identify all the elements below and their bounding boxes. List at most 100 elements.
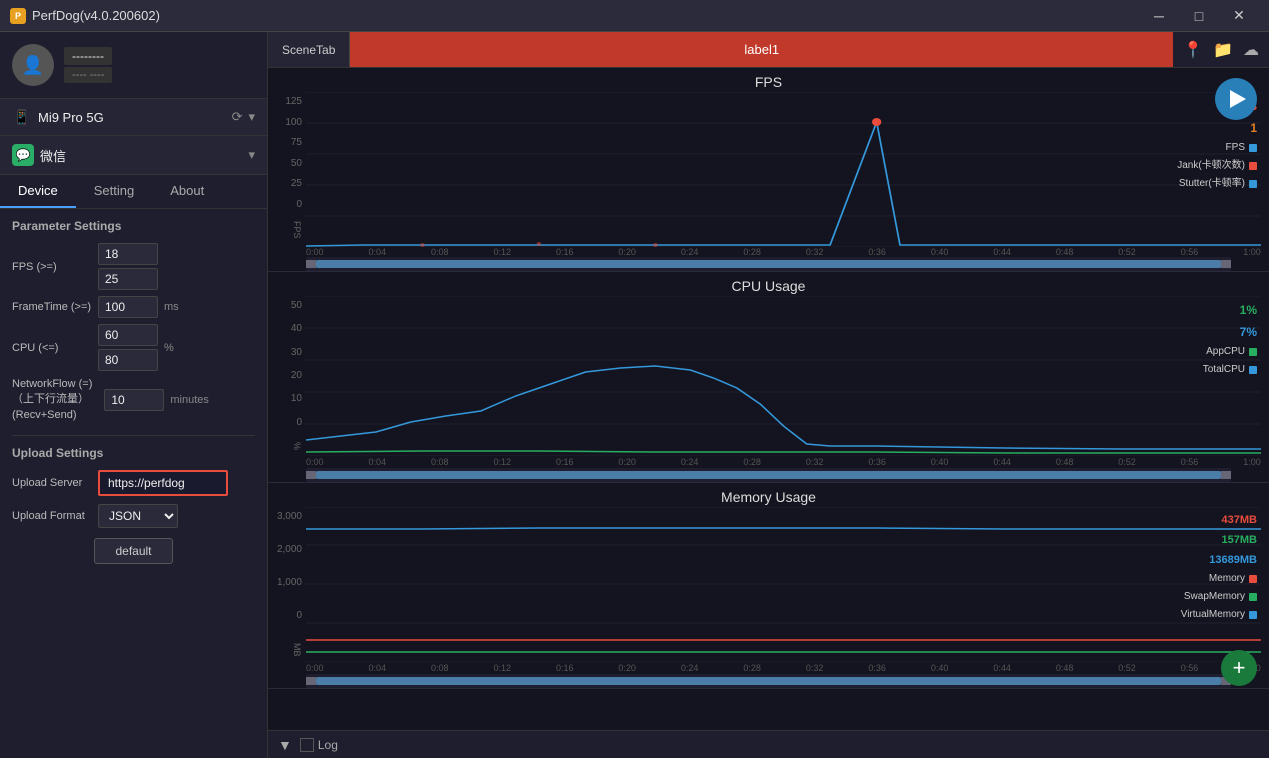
device-row[interactable]: 📱 Mi9 Pro 5G ⟳ ▾ xyxy=(0,99,267,136)
maximize-button[interactable]: □ xyxy=(1179,0,1219,32)
title-bar-controls: ─ □ ✕ xyxy=(1139,0,1259,32)
fps-y-label: FPS xyxy=(292,221,302,239)
fps-y-0: 0 xyxy=(296,199,302,210)
fps-y-50: 50 xyxy=(291,158,302,169)
cpu-y-0: 0 xyxy=(296,417,302,428)
fps-input-2[interactable] xyxy=(98,268,158,290)
cpu-scrollbar-right-handle[interactable] xyxy=(1221,471,1231,479)
fps-legend-stutter: Stutter(卡顿率) xyxy=(1177,175,1257,193)
app-label: 微信 xyxy=(40,146,242,165)
cpu-scrollbar-thumb[interactable] xyxy=(316,471,1221,479)
play-button[interactable] xyxy=(1215,78,1257,120)
fps-x-labels: 0:00 0:04 0:08 0:12 0:16 0:20 0:24 0:28 … xyxy=(306,247,1261,257)
top-bar-icons: 📍 📁 ☁ xyxy=(1173,32,1269,67)
log-label: Log xyxy=(318,738,338,752)
log-checkbox-box[interactable] xyxy=(300,738,314,752)
upload-format-label: Upload Format xyxy=(12,510,92,522)
sidebar: 👤 -------- ---- ---- 📱 Mi9 Pro 5G ⟳ ▾ 💬 … xyxy=(0,32,268,758)
tab-device[interactable]: Device xyxy=(0,175,76,208)
memory-legend-virtual-dot xyxy=(1249,611,1257,619)
app-dropdown-icon[interactable]: ▾ xyxy=(248,147,255,163)
upload-format-row: Upload Format JSON CSV xyxy=(12,504,255,528)
memory-scrollbar-thumb[interactable] xyxy=(316,677,1221,685)
cpu-legend-totalcpu: TotalCPU xyxy=(1203,361,1257,379)
memory-legend-memory-label: Memory xyxy=(1209,570,1245,588)
cpu-y-axis: 50 40 30 20 10 0 % xyxy=(268,296,306,468)
bottom-bar: ▼ Log xyxy=(268,730,1269,758)
folder-icon[interactable]: 📁 xyxy=(1213,40,1233,60)
play-icon xyxy=(1230,90,1246,108)
cpu-input-1[interactable] xyxy=(98,324,158,346)
cpu-chart-title: CPU Usage xyxy=(268,272,1269,296)
memory-scrollbar-track xyxy=(306,677,1231,685)
param-settings-title: Parameter Settings xyxy=(12,219,255,233)
cpu-y-50: 50 xyxy=(291,300,302,311)
app-icon-wechat: 💬 xyxy=(12,144,34,166)
fps-inputs xyxy=(98,243,158,290)
memory-chart-inner: 3,000 2,000 1,000 0 MB xyxy=(268,507,1269,674)
cpu-chart-block: CPU Usage 50 40 30 20 10 0 % xyxy=(268,272,1269,483)
memory-y-label: MB xyxy=(292,643,302,657)
memory-x-labels: 0:00 0:04 0:08 0:12 0:16 0:20 0:24 0:28 … xyxy=(306,662,1261,674)
cpu-y-10: 10 xyxy=(291,393,302,404)
memory-legend: 437MB 157MB 13689MB Memory SwapMemory V xyxy=(1181,511,1257,624)
cloud-icon[interactable]: ☁ xyxy=(1243,40,1259,60)
fps-legend-fps-label: FPS xyxy=(1226,139,1245,157)
memory-legend-val2: 157MB xyxy=(1181,531,1257,551)
cpu-chart-area: 0:00 0:04 0:08 0:12 0:16 0:20 0:24 0:28 … xyxy=(306,296,1261,468)
cpu-scrollbar-track xyxy=(306,471,1231,479)
cpu-legend-totalcpu-dot xyxy=(1249,366,1257,374)
device-icons: ⟳ ▾ xyxy=(232,109,255,125)
memory-chart-title: Memory Usage xyxy=(268,483,1269,507)
memory-y-2000: 2,000 xyxy=(277,544,302,555)
fps-input-1[interactable] xyxy=(98,243,158,265)
cpu-inputs xyxy=(98,324,158,371)
frametime-unit: ms xyxy=(164,301,179,313)
fps-scrollbar-left-handle[interactable] xyxy=(306,260,316,268)
device-name: Mi9 Pro 5G xyxy=(38,110,226,125)
log-checkbox[interactable]: Log xyxy=(300,738,338,752)
cpu-legend-val1: 1% xyxy=(1203,300,1257,322)
cpu-scrollbar[interactable] xyxy=(306,468,1231,482)
frametime-input[interactable] xyxy=(98,296,158,318)
upload-server-input[interactable] xyxy=(98,470,228,496)
location-icon[interactable]: 📍 xyxy=(1183,40,1203,60)
app-body: 👤 -------- ---- ---- 📱 Mi9 Pro 5G ⟳ ▾ 💬 … xyxy=(0,32,1269,758)
cpu-chart-svg xyxy=(306,296,1261,456)
fps-scrollbar-right-handle[interactable] xyxy=(1221,260,1231,268)
memory-legend-swap-label: SwapMemory xyxy=(1184,588,1245,606)
close-button[interactable]: ✕ xyxy=(1219,0,1259,32)
main-content: SceneTab label1 📍 📁 ☁ + FPS 125 xyxy=(268,32,1269,758)
memory-chart-area: 0:00 0:04 0:08 0:12 0:16 0:20 0:24 0:28 … xyxy=(306,507,1261,674)
fps-scrollbar-thumb[interactable] xyxy=(316,260,1221,268)
tab-about[interactable]: About xyxy=(152,175,222,208)
upload-server-row: Upload Server xyxy=(12,470,255,496)
memory-scrollbar[interactable] xyxy=(306,674,1231,688)
networkflow-unit: minutes xyxy=(170,394,209,406)
upload-settings-section: Upload Settings Upload Server Upload For… xyxy=(12,435,255,528)
fps-label: FPS (>=) xyxy=(12,261,92,273)
memory-scrollbar-left-handle[interactable] xyxy=(306,677,316,685)
app-row[interactable]: 💬 微信 ▾ xyxy=(0,136,267,175)
memory-y-1000: 1,000 xyxy=(277,577,302,588)
minimize-button[interactable]: ─ xyxy=(1139,0,1179,32)
bottom-expand-icon[interactable]: ▼ xyxy=(278,737,292,753)
networkflow-param-row: NetworkFlow (=) （上下行流量） (Recv+Send) minu… xyxy=(12,377,255,423)
device-dropdown-icon[interactable]: ▾ xyxy=(248,109,255,125)
fps-scrollbar[interactable] xyxy=(306,257,1231,271)
memory-chart-svg xyxy=(306,507,1261,662)
fps-chart-svg xyxy=(306,92,1261,247)
fps-legend-jank-dot xyxy=(1249,162,1257,170)
device-refresh-icon[interactable]: ⟳ xyxy=(232,109,243,125)
default-button[interactable]: default xyxy=(94,538,172,564)
upload-format-select[interactable]: JSON CSV xyxy=(98,504,178,528)
cpu-input-2[interactable] xyxy=(98,349,158,371)
networkflow-input[interactable] xyxy=(104,389,164,411)
cpu-label: CPU (<=) xyxy=(12,342,92,354)
tab-setting[interactable]: Setting xyxy=(76,175,152,208)
memory-chart-block: Memory Usage 3,000 2,000 1,000 0 MB xyxy=(268,483,1269,689)
cpu-legend-val2: 7% xyxy=(1203,322,1257,344)
cpu-scrollbar-left-handle[interactable] xyxy=(306,471,316,479)
add-chart-button[interactable]: + xyxy=(1221,650,1257,686)
fps-legend-jank: Jank(卡顿次数) xyxy=(1177,157,1257,175)
